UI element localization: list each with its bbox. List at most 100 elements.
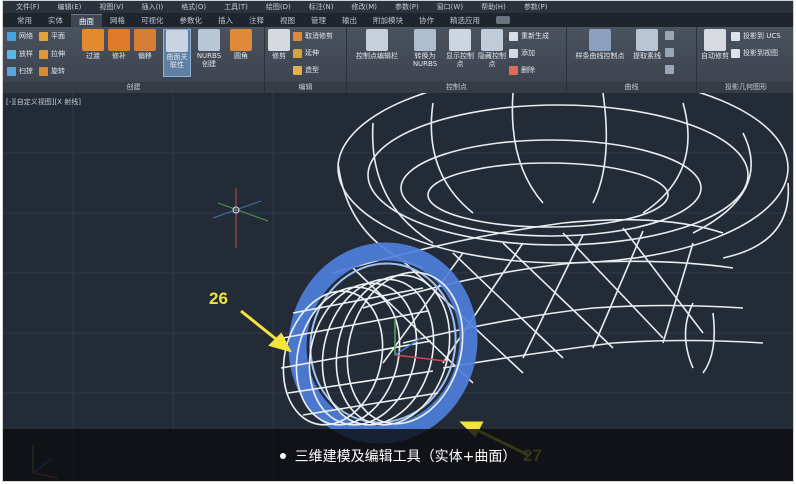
menu-item[interactable]: 格式(O) [172,2,215,12]
sculpt-icon [293,65,302,75]
show-cv-button[interactable]: 显示控制点 [445,29,475,68]
rebuild-icon [509,31,518,41]
panel-curves-title[interactable]: 曲线 [567,82,696,93]
ribbon: 网络 平面 放样 拉伸 扫掠 旋转 过渡 修补 偏移 曲面关联性 NURBS创建… [3,27,793,93]
ribbon-tab[interactable]: 视图 [272,14,303,27]
menu-item[interactable]: 绘图(D) [257,2,300,12]
menu-item[interactable]: 视图(V) [90,2,132,12]
blend-icon [82,29,104,51]
hide-cv-button[interactable]: 隐藏控制点 [477,29,507,68]
project-ucs-button[interactable]: 投影到 UCS [731,31,781,41]
menu-item[interactable]: 修改(M) [342,2,386,12]
trim-icon [268,29,290,51]
ribbon-tab[interactable]: 精选应用 [442,14,488,27]
fillet-icon [230,29,252,51]
panel-create: 网络 平面 放样 拉伸 扫掠 旋转 过渡 修补 偏移 曲面关联性 NURBS创建… [3,27,265,93]
menu-item[interactable]: 参数(P) [386,2,428,12]
menu-item[interactable]: 编辑(E) [49,2,91,12]
ribbon-tab[interactable]: 输出 [334,14,365,27]
menu-item[interactable]: 参数(P) [515,2,557,12]
add-icon [509,48,518,58]
circle-icon [665,65,674,74]
callout-label-left: 26 [209,289,228,308]
convert-nurbs-icon [414,29,436,51]
revolve-button[interactable]: 旋转 [39,66,65,76]
sweep-button[interactable]: 扫掠 [7,66,33,76]
remove-icon [509,65,518,75]
fillet-button[interactable]: 圆角 [227,29,255,60]
ucs-axis-icon [394,318,446,362]
ribbon-tab[interactable]: 实体 [40,14,71,27]
ribbon-tab[interactable]: 附加模块 [365,14,411,27]
panel-edit: 修剪 取消修剪 延伸 造型 编辑 [265,27,347,93]
circle-tool-button[interactable] [665,65,674,74]
revolve-icon [39,66,48,76]
drawing-viewport[interactable]: [-][自定义视图][X 射线] 26 27 [3,93,793,481]
ribbon-tab[interactable]: 可视化 [133,14,172,27]
panel-controlpoints-title[interactable]: 控制点 [347,82,566,93]
network-icon [7,31,16,41]
auto-trim-button[interactable]: 自动修剪 [701,29,729,60]
ribbon-tab[interactable]: 网格 [102,14,133,27]
tab-options-icon[interactable] [496,16,510,24]
menu-item[interactable]: 工具(T) [215,2,257,12]
panel-edit-title[interactable]: 编辑 [265,82,346,93]
arc-tool-button[interactable] [665,48,674,57]
remove-cv-button[interactable]: 删除 [509,65,535,75]
menu-item[interactable]: 帮助(H) [472,2,515,12]
convert-nurbs-button[interactable]: 转换为NURBS [409,29,441,68]
arc-icon [665,48,674,57]
surface-assoc-icon [166,30,188,52]
line-tool-button[interactable] [665,31,674,40]
menu-item[interactable]: 窗口(W) [428,2,472,12]
torus-wireframe [337,93,790,269]
ribbon-tab[interactable]: 参数化 [172,14,211,27]
patch-icon [108,29,130,51]
add-cv-button[interactable]: 添加 [509,48,535,58]
loft-button[interactable]: 放样 [7,49,33,59]
panel-projection: 自动修剪 投影到 UCS 投影到视图 投影几何图形 [697,27,793,93]
ribbon-tab[interactable]: 协作 [411,14,442,27]
network-button[interactable]: 网络 [7,31,33,41]
caption-text: 三维建模及编辑工具（实体+曲面） [294,449,517,465]
ribbon-tabs: 常用 实体 曲面 网格 可视化 参数化 插入 注释 视图 管理 输出 附加模块 协作 精选应用 [3,13,793,27]
panel-create-title[interactable]: 创建 [3,82,264,93]
ribbon-tab[interactable]: 插入 [210,14,241,27]
extract-isoline-button[interactable]: 提取素线 [633,29,661,60]
auto-trim-icon [704,29,726,51]
extrude-icon [39,49,48,59]
panel-controlpoints: 控制点编辑栏 转换为NURBS 显示控制点 隐藏控制点 重新生成 添加 删除 控… [347,27,567,93]
extend-button[interactable]: 延伸 [293,48,319,58]
project-view-icon [731,48,740,58]
hide-cv-icon [481,29,503,51]
extend-icon [293,48,302,58]
nurbs-create-button[interactable]: NURBS创建 [195,29,223,68]
untrim-button[interactable]: 取消修剪 [293,31,333,41]
ribbon-tab[interactable]: 注释 [241,14,272,27]
menu-item[interactable]: 文件(F) [7,2,49,12]
rebuild-button[interactable]: 重新生成 [509,31,549,41]
spline-cv-button[interactable]: 样条曲线控制点 [571,29,629,60]
wireframe-scene [3,93,793,481]
menu-bar: 文件(F) 编辑(E) 视图(V) 插入(I) 格式(O) 工具(T) 绘图(D) 标注(N)… [3,1,793,13]
viewport-label[interactable]: [-][自定义视图][X 射线] [6,97,81,107]
cv-edit-bar-button[interactable]: 控制点编辑栏 [351,29,403,60]
nurbs-create-icon [198,29,220,51]
ribbon-tab[interactable]: 曲面 [71,14,102,27]
cv-edit-bar-icon [366,29,388,51]
offset-button[interactable]: 偏移 [131,29,159,60]
panel-projection-title[interactable]: 投影几何图形 [697,82,793,93]
project-view-button[interactable]: 投影到视图 [731,48,778,58]
trim-button[interactable]: 修剪 [265,29,293,60]
extrude-button[interactable]: 拉伸 [39,49,65,59]
menu-item[interactable]: 插入(I) [133,2,173,12]
sculpt-button[interactable]: 造型 [293,65,319,75]
ribbon-tab[interactable]: 管理 [303,14,334,27]
menu-item[interactable]: 标注(N) [300,2,343,12]
blend-button[interactable]: 过渡 [79,29,107,60]
ribbon-tab[interactable]: 常用 [9,14,40,27]
patch-button[interactable]: 修补 [105,29,133,60]
surface-associativity-button[interactable]: 曲面关联性 [163,29,191,77]
sweep-icon [7,66,16,76]
planar-button[interactable]: 平面 [39,31,65,41]
